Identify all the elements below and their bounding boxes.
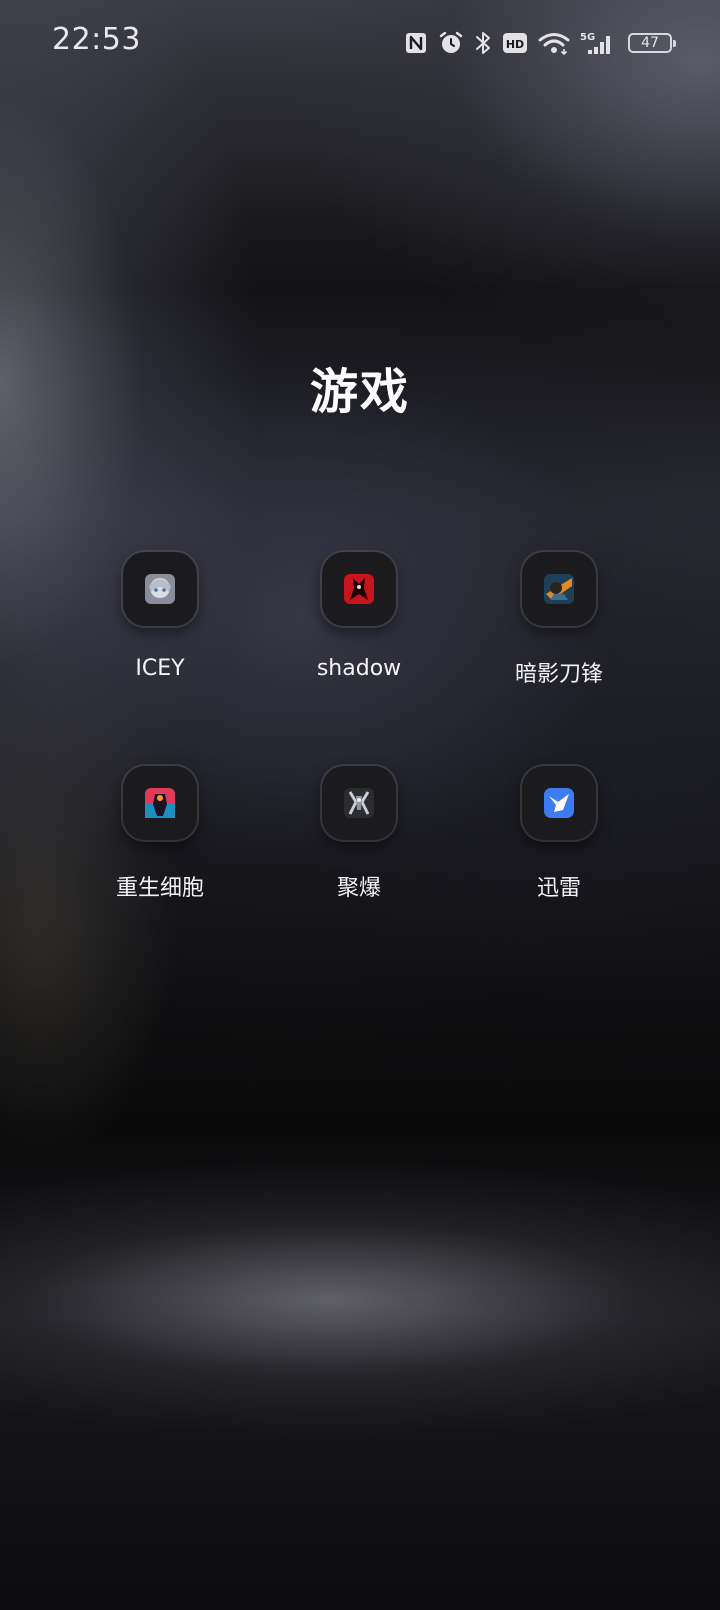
xunlei-app-icon[interactable] xyxy=(522,766,596,840)
signal-5g-icon: 5G xyxy=(580,32,610,54)
app-label: 暗影刀锋 xyxy=(514,662,603,687)
svg-text:HD: HD xyxy=(506,38,524,51)
app-label: 重生细胞 xyxy=(115,876,204,901)
status-time: 22:53 xyxy=(52,22,141,57)
shadow-blade-app-icon[interactable] xyxy=(522,552,596,626)
status-bar: 22:53 HD 5G 47 xyxy=(0,0,720,86)
app-dead-cells[interactable]: 重生细胞 xyxy=(60,766,260,926)
implosion-app-icon[interactable] xyxy=(322,766,396,840)
dead-cells-app-icon[interactable] xyxy=(123,766,197,840)
icey-app-icon[interactable] xyxy=(123,552,197,626)
alarm-icon xyxy=(439,31,463,53)
wifi-icon xyxy=(538,33,570,56)
app-label: 迅雷 xyxy=(536,876,581,901)
app-shadow[interactable]: shadow xyxy=(259,552,459,712)
shadow-app-icon[interactable] xyxy=(322,552,396,626)
app-xunlei[interactable]: 迅雷 xyxy=(459,766,659,926)
bluetooth-icon xyxy=(476,32,490,54)
app-shadow-blade[interactable]: 暗影刀锋 xyxy=(459,552,659,712)
status-icons: HD 5G 47 xyxy=(404,28,676,58)
hd-icon: HD xyxy=(503,33,527,53)
battery-icon: 47 xyxy=(628,33,676,53)
folder-title: 游戏 xyxy=(309,364,410,420)
app-label: 聚爆 xyxy=(336,876,381,901)
nfc-icon xyxy=(406,33,426,53)
svg-text:5G: 5G xyxy=(580,32,595,43)
app-implosion[interactable]: 聚爆 xyxy=(259,766,459,926)
app-label: shadow xyxy=(316,656,402,681)
app-icey[interactable]: ICEY xyxy=(60,552,260,712)
app-label: ICEY xyxy=(135,656,185,681)
battery-level: 47 xyxy=(641,35,659,51)
